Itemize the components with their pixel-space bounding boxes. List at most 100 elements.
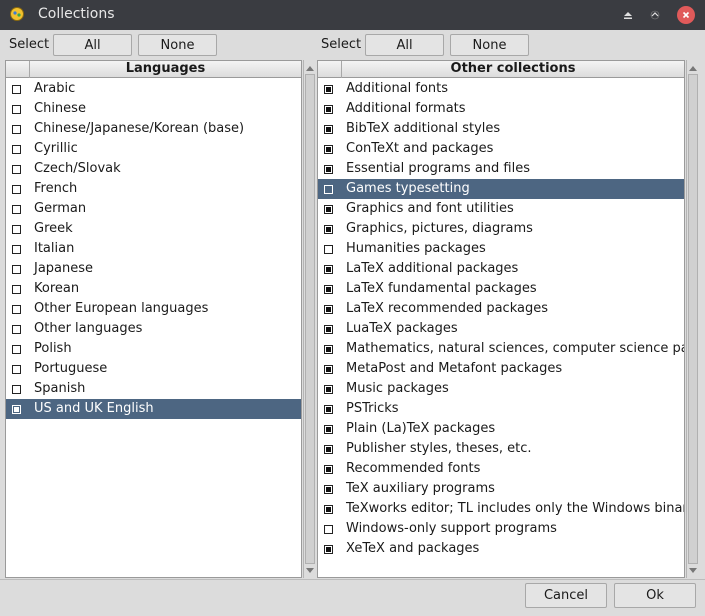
item-checkbox[interactable] bbox=[324, 325, 333, 334]
list-item[interactable]: Japanese bbox=[6, 259, 301, 279]
collections-scrollbar[interactable] bbox=[686, 60, 699, 578]
item-checkbox[interactable] bbox=[324, 205, 333, 214]
list-item[interactable]: Chinese bbox=[6, 99, 301, 119]
collections-scroll-track[interactable] bbox=[688, 74, 698, 564]
list-item[interactable]: PSTricks bbox=[318, 399, 684, 419]
item-checkbox[interactable] bbox=[324, 525, 333, 534]
item-checkbox[interactable] bbox=[12, 145, 21, 154]
collections-column-header[interactable]: Other collections bbox=[342, 61, 684, 78]
list-item[interactable]: German bbox=[6, 199, 301, 219]
languages-scrollbar[interactable] bbox=[303, 60, 316, 578]
list-item[interactable]: Additional formats bbox=[318, 99, 684, 119]
item-checkbox[interactable] bbox=[12, 205, 21, 214]
list-item[interactable]: US and UK English bbox=[6, 399, 301, 419]
list-item[interactable]: TeX auxiliary programs bbox=[318, 479, 684, 499]
item-checkbox[interactable] bbox=[324, 245, 333, 254]
item-checkbox[interactable] bbox=[324, 485, 333, 494]
list-item[interactable]: Essential programs and files bbox=[318, 159, 684, 179]
list-item[interactable]: LaTeX fundamental packages bbox=[318, 279, 684, 299]
list-item[interactable]: Music packages bbox=[318, 379, 684, 399]
right-select-all-button[interactable]: All bbox=[365, 34, 444, 56]
item-checkbox[interactable] bbox=[324, 305, 333, 314]
scroll-up-icon[interactable] bbox=[304, 62, 316, 73]
item-checkbox[interactable] bbox=[12, 225, 21, 234]
item-checkbox[interactable] bbox=[12, 125, 21, 134]
scroll-up-icon[interactable] bbox=[687, 62, 699, 73]
list-item[interactable]: TeXworks editor; TL includes only the Wi… bbox=[318, 499, 684, 519]
list-item[interactable]: Graphics, pictures, diagrams bbox=[318, 219, 684, 239]
item-checkbox[interactable] bbox=[324, 145, 333, 154]
item-checkbox[interactable] bbox=[12, 285, 21, 294]
list-item[interactable]: French bbox=[6, 179, 301, 199]
item-checkbox[interactable] bbox=[12, 85, 21, 94]
item-checkbox[interactable] bbox=[12, 185, 21, 194]
list-item[interactable]: ConTeXt and packages bbox=[318, 139, 684, 159]
item-checkbox[interactable] bbox=[12, 165, 21, 174]
list-item[interactable]: Windows-only support programs bbox=[318, 519, 684, 539]
item-checkbox[interactable] bbox=[324, 285, 333, 294]
list-item[interactable]: Spanish bbox=[6, 379, 301, 399]
left-select-all-button[interactable]: All bbox=[53, 34, 132, 56]
item-checkbox[interactable] bbox=[324, 225, 333, 234]
item-checkbox[interactable] bbox=[12, 265, 21, 274]
item-checkbox[interactable] bbox=[324, 165, 333, 174]
list-item[interactable]: Additional fonts bbox=[318, 79, 684, 99]
list-item[interactable]: Other languages bbox=[6, 319, 301, 339]
list-item[interactable]: BibTeX additional styles bbox=[318, 119, 684, 139]
restore-icon[interactable] bbox=[619, 6, 637, 24]
item-checkbox[interactable] bbox=[324, 265, 333, 274]
list-item[interactable]: Mathematics, natural sciences, computer … bbox=[318, 339, 684, 359]
list-item[interactable]: Greek bbox=[6, 219, 301, 239]
left-select-none-button[interactable]: None bbox=[138, 34, 217, 56]
right-select-none-button[interactable]: None bbox=[450, 34, 529, 56]
languages-scroll-track[interactable] bbox=[305, 74, 315, 564]
list-item[interactable]: Humanities packages bbox=[318, 239, 684, 259]
item-checkbox[interactable] bbox=[324, 545, 333, 554]
list-item[interactable]: Arabic bbox=[6, 79, 301, 99]
item-checkbox[interactable] bbox=[12, 345, 21, 354]
close-icon[interactable] bbox=[677, 6, 695, 24]
ok-button[interactable]: Ok bbox=[614, 583, 696, 608]
list-item[interactable]: Other European languages bbox=[6, 299, 301, 319]
list-item[interactable]: Games typesetting bbox=[318, 179, 684, 199]
item-checkbox[interactable] bbox=[12, 405, 21, 414]
item-checkbox[interactable] bbox=[324, 425, 333, 434]
list-item[interactable]: Czech/Slovak bbox=[6, 159, 301, 179]
cancel-button[interactable]: Cancel bbox=[525, 583, 607, 608]
list-item[interactable]: Korean bbox=[6, 279, 301, 299]
shade-icon[interactable] bbox=[646, 6, 664, 24]
item-checkbox[interactable] bbox=[324, 105, 333, 114]
item-checkbox[interactable] bbox=[324, 85, 333, 94]
list-item[interactable]: Portuguese bbox=[6, 359, 301, 379]
item-checkbox[interactable] bbox=[324, 465, 333, 474]
item-checkbox[interactable] bbox=[324, 385, 333, 394]
item-checkbox[interactable] bbox=[324, 345, 333, 354]
list-item[interactable]: XeTeX and packages bbox=[318, 539, 684, 559]
item-checkbox[interactable] bbox=[12, 385, 21, 394]
list-item[interactable]: Italian bbox=[6, 239, 301, 259]
collections-list[interactable]: Other collections Additional fonts Additi… bbox=[317, 60, 685, 578]
list-item[interactable]: Graphics and font utilities bbox=[318, 199, 684, 219]
list-item[interactable]: Recommended fonts bbox=[318, 459, 684, 479]
item-checkbox[interactable] bbox=[324, 185, 333, 194]
list-item[interactable]: Cyrillic bbox=[6, 139, 301, 159]
list-item[interactable]: LaTeX additional packages bbox=[318, 259, 684, 279]
languages-column-header[interactable]: Languages bbox=[30, 61, 301, 78]
item-checkbox[interactable] bbox=[12, 325, 21, 334]
item-checkbox[interactable] bbox=[12, 105, 21, 114]
list-item[interactable]: Plain (La)TeX packages bbox=[318, 419, 684, 439]
item-checkbox[interactable] bbox=[324, 445, 333, 454]
item-checkbox[interactable] bbox=[324, 505, 333, 514]
item-checkbox[interactable] bbox=[324, 365, 333, 374]
list-item[interactable]: MetaPost and Metafont packages bbox=[318, 359, 684, 379]
list-item[interactable]: LuaTeX packages bbox=[318, 319, 684, 339]
item-checkbox[interactable] bbox=[324, 405, 333, 414]
list-item[interactable]: Chinese/Japanese/Korean (base) bbox=[6, 119, 301, 139]
list-item[interactable]: Polish bbox=[6, 339, 301, 359]
list-item[interactable]: Publisher styles, theses, etc. bbox=[318, 439, 684, 459]
scroll-down-icon[interactable] bbox=[304, 565, 316, 576]
languages-list[interactable]: Languages Arabic Chinese Chinese/Japanese/… bbox=[5, 60, 302, 578]
scroll-down-icon[interactable] bbox=[687, 565, 699, 576]
item-checkbox[interactable] bbox=[12, 245, 21, 254]
item-checkbox[interactable] bbox=[12, 305, 21, 314]
